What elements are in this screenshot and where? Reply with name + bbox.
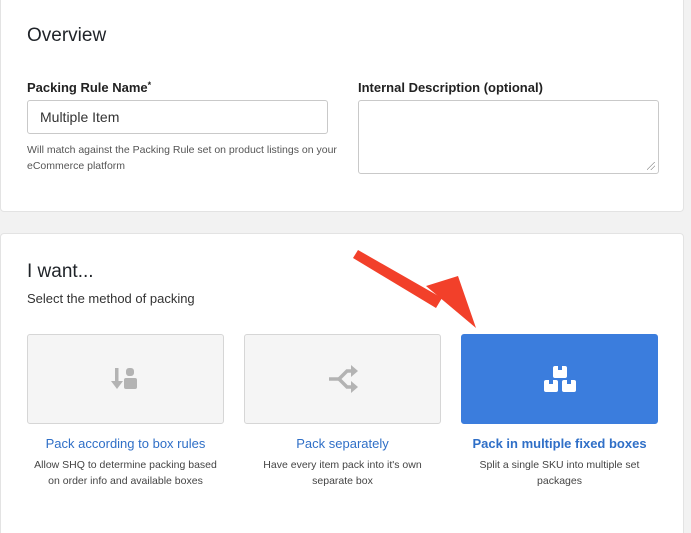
packing-rule-name-label-text: Packing Rule Name (27, 80, 148, 95)
option-pack-separately[interactable] (244, 334, 441, 424)
split-arrows-icon (328, 365, 358, 393)
box-rules-icon (110, 368, 137, 389)
option-box-rules[interactable] (27, 334, 224, 424)
option-box-rules-title[interactable]: Pack according to box rules (27, 436, 224, 451)
packing-rule-name-input[interactable] (27, 100, 328, 134)
packing-rule-name-help: Will match against the Packing Rule set … (27, 144, 337, 172)
packing-method-card: I want... Select the method of packing P… (0, 233, 684, 533)
internal-description-textarea[interactable] (358, 100, 659, 174)
stacked-boxes-icon (543, 366, 576, 392)
overview-card: Overview Packing Rule Name* Will match a… (0, 0, 684, 212)
required-marker: * (147, 80, 152, 90)
internal-description-label: Internal Description (optional) (358, 80, 543, 95)
packing-method-subtitle: Select the method of packing (27, 291, 195, 306)
annotation-arrow-icon (353, 250, 476, 328)
option-multiple-fixed-boxes-description: Split a single SKU into multiple set pac… (479, 459, 640, 487)
packing-rule-name-label: Packing Rule Name* (27, 80, 151, 95)
resize-grip-icon[interactable] (647, 162, 655, 170)
option-box-rules-description: Allow SHQ to determine packing based on … (34, 459, 217, 487)
packing-method-title: I want... (27, 261, 94, 282)
option-multiple-fixed-boxes-title[interactable]: Pack in multiple fixed boxes (461, 436, 658, 451)
option-pack-separately-description: Have every item pack into it's own separ… (263, 459, 422, 487)
option-pack-separately-title[interactable]: Pack separately (244, 436, 441, 451)
overview-title: Overview (27, 25, 107, 46)
option-multiple-fixed-boxes[interactable] (461, 334, 658, 424)
